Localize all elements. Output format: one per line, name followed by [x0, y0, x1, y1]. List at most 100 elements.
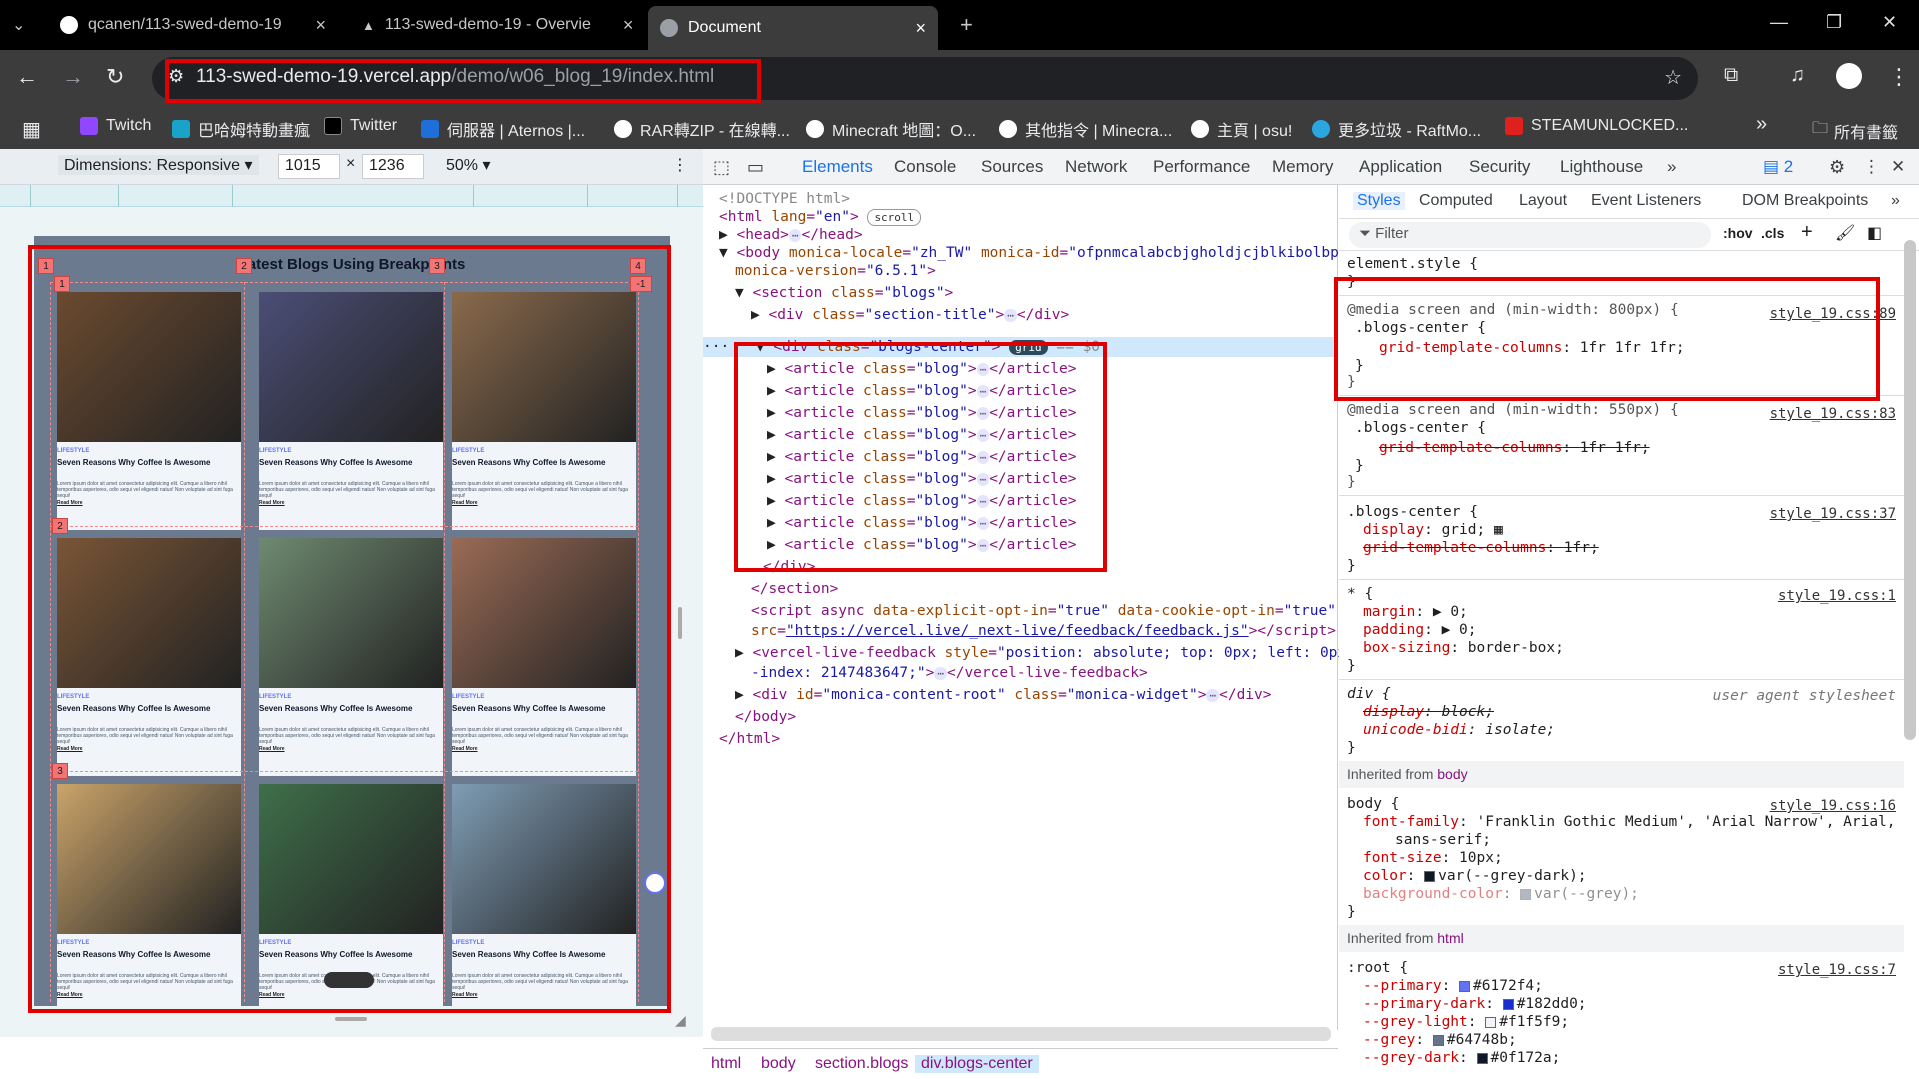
color-swatch[interactable]	[1520, 888, 1532, 900]
crumb-html[interactable]: html	[711, 1055, 741, 1073]
grid-editor-icon[interactable]: ▦	[1494, 522, 1503, 538]
dom-horizontal-scrollbar[interactable]	[711, 1027, 1331, 1041]
inherited-tag-link[interactable]: body	[1437, 766, 1467, 782]
styles-filter-input[interactable]: ⏷ Filter	[1349, 222, 1711, 248]
vercel-feedback-line[interactable]: ▶ <vercel-live-feedback style="position:…	[735, 643, 1372, 663]
devtools-close-icon[interactable]: ✕	[1891, 157, 1905, 177]
source-link[interactable]: style_19.css:37	[1770, 505, 1896, 523]
bookmark-minecraft-map[interactable]: Minecraft 地圖：O...	[806, 117, 976, 141]
source-link[interactable]: style_19.css:7	[1778, 961, 1896, 979]
more-tabs-button[interactable]: »	[1667, 157, 1676, 177]
css-variable[interactable]: --primary-dark: #182dd0;	[1363, 995, 1587, 1013]
more-styles-tabs[interactable]: »	[1891, 192, 1900, 210]
css-declaration-overridden[interactable]: grid-template-columns: 1fr;	[1363, 539, 1599, 557]
bookmark-twitch[interactable]: Twitch	[80, 117, 151, 135]
css-declaration[interactable]: color: var(--grey-dark);	[1363, 867, 1587, 885]
rule-selector[interactable]: :root {	[1347, 959, 1408, 977]
section-title-line[interactable]: ▶ <div class="section-title"> ⋯ </div>	[751, 305, 1069, 325]
viewport-width-input[interactable]: 1015	[278, 154, 340, 179]
tab-performance[interactable]: Performance	[1153, 157, 1250, 177]
script-src-link[interactable]: "https://vercel.live/_next-live/feedback…	[786, 623, 1249, 639]
reload-icon[interactable]: ↻	[106, 64, 124, 90]
crumb-section[interactable]: section.blogs	[815, 1055, 908, 1073]
styles-scrollbar[interactable]	[1904, 240, 1916, 740]
section-open-line[interactable]: ▼ <section class="blogs">	[735, 283, 953, 303]
css-declaration[interactable]: font-size: 10px;	[1363, 849, 1503, 867]
bookmark-steamunlocked[interactable]: STEAMUNLOCKED...	[1505, 117, 1688, 135]
bookmark-bahamut[interactable]: 巴哈姆特動畫瘋	[172, 117, 310, 141]
tab-event-listeners[interactable]: Event Listeners	[1591, 192, 1701, 210]
tab-dom-breakpoints[interactable]: DOM Breakpoints	[1742, 192, 1868, 210]
bookmark-star-icon[interactable]: ☆	[1664, 65, 1682, 90]
crumb-body[interactable]: body	[761, 1055, 796, 1073]
all-bookmarks[interactable]: 🗀 所有書籤	[1812, 117, 1898, 144]
tab-github[interactable]: qcanen/113-swed-demo-19 ×	[48, 8, 338, 42]
media-icon[interactable]: ♫	[1790, 64, 1805, 87]
rule-selector[interactable]: div {	[1347, 685, 1391, 703]
resize-handle-bottom[interactable]	[335, 1017, 367, 1021]
tab-memory[interactable]: Memory	[1272, 157, 1333, 177]
tab-network[interactable]: Network	[1065, 157, 1127, 177]
window-close-button[interactable]: ✕	[1882, 12, 1897, 33]
issues-badge[interactable]: ▤ 2	[1763, 157, 1793, 177]
rule-selector[interactable]: .blogs-center {	[1347, 503, 1478, 521]
script-line[interactable]: <script async data-explicit-opt-in="true…	[751, 601, 1336, 621]
device-toggle-icon[interactable]: ▭	[747, 157, 764, 178]
css-variable[interactable]: --grey-light: #f1f5f9;	[1363, 1013, 1569, 1031]
css-variable[interactable]: --grey: #64748b;	[1363, 1031, 1517, 1049]
tab-elements[interactable]: Elements	[802, 157, 873, 177]
extensions-icon[interactable]: ⧉	[1724, 64, 1738, 87]
css-declaration[interactable]: font-family: 'Franklin Gothic Medium', '…	[1363, 813, 1896, 831]
css-declaration[interactable]: margin: ▶ 0;	[1363, 603, 1468, 621]
css-declaration[interactable]: display: grid; ▦	[1363, 521, 1503, 539]
color-swatch[interactable]	[1424, 870, 1436, 882]
html-close-line[interactable]: </html>	[719, 729, 780, 749]
bookmark-rar[interactable]: RAR轉ZIP - 在線轉...	[614, 117, 790, 141]
color-swatch[interactable]	[1502, 998, 1514, 1010]
color-swatch[interactable]	[1459, 980, 1471, 992]
settings-gear-icon[interactable]: ⚙	[1829, 157, 1845, 178]
section-close-line[interactable]: </section>	[751, 579, 838, 599]
inspect-element-icon[interactable]: ⬚	[713, 157, 730, 178]
bookmarks-overflow[interactable]: »	[1756, 113, 1767, 136]
tab-lighthouse[interactable]: Lighthouse	[1560, 157, 1643, 177]
color-swatch[interactable]	[1432, 1034, 1444, 1046]
close-icon[interactable]: ×	[315, 15, 326, 36]
restore-button[interactable]: ❐	[1826, 12, 1842, 33]
css-declaration-inactive[interactable]: background-color: var(--grey);	[1363, 885, 1639, 903]
viewport-height-input[interactable]: 1236	[362, 154, 424, 179]
tab-application[interactable]: Application	[1359, 157, 1442, 177]
tab-console[interactable]: Console	[894, 157, 956, 177]
sidebar-toggle-icon[interactable]: ◧	[1867, 223, 1882, 243]
css-variable[interactable]: --primary: #6172f4;	[1363, 977, 1543, 995]
scroll-badge[interactable]: scroll	[867, 209, 922, 226]
css-declaration-overridden[interactable]: grid-template-columns: 1fr 1fr;	[1379, 439, 1650, 457]
device-more-icon[interactable]: ⋮	[672, 155, 688, 175]
inherited-tag-link[interactable]: html	[1437, 930, 1463, 946]
bookmark-aternos[interactable]: 伺服器 | Aternos |...	[421, 117, 585, 141]
devtools-menu-icon[interactable]: ⋮	[1863, 157, 1880, 177]
tab-security[interactable]: Security	[1469, 157, 1530, 177]
profile-avatar[interactable]	[1836, 63, 1862, 89]
resize-corner-icon[interactable]: ◢	[675, 1012, 686, 1029]
doctype-line[interactable]: <!DOCTYPE html>	[719, 189, 850, 209]
dimensions-select[interactable]: Dimensions: Responsive ▾	[58, 155, 259, 175]
apps-icon[interactable]: ▦	[22, 117, 41, 142]
tab-search-button[interactable]: ⌄	[0, 8, 40, 42]
html-open-line[interactable]: <html lang="en"> scroll	[719, 207, 922, 227]
bookmark-minecraft-cmd[interactable]: 其他指令 | Minecra...	[999, 117, 1172, 141]
resize-handle-right[interactable]	[678, 607, 682, 639]
tab-document[interactable]: Document ×	[648, 6, 938, 50]
head-line[interactable]: ▶ <head> ⋯ </head>	[719, 225, 863, 245]
crumb-blogs-center[interactable]: div.blogs-center	[915, 1055, 1039, 1073]
close-icon[interactable]: ×	[623, 15, 634, 36]
tab-vercel[interactable]: ▲ 113-swed-demo-19 - Overvie ×	[350, 8, 650, 42]
bookmark-raftmods[interactable]: 更多垃圾 - RaftMo...	[1312, 117, 1481, 141]
minimize-button[interactable]: —	[1770, 12, 1788, 33]
script-src-line[interactable]: src="https://vercel.live/_next-live/feed…	[751, 621, 1336, 641]
paint-icon[interactable]: 🖌	[1835, 223, 1855, 243]
rule-selector[interactable]: * {	[1347, 585, 1373, 603]
bookmark-osu[interactable]: 主頁 | osu!	[1191, 117, 1292, 141]
monica-root-line[interactable]: ▶ <div id="monica-content-root" class="m…	[735, 685, 1272, 705]
hov-toggle[interactable]: :hov	[1723, 225, 1753, 241]
